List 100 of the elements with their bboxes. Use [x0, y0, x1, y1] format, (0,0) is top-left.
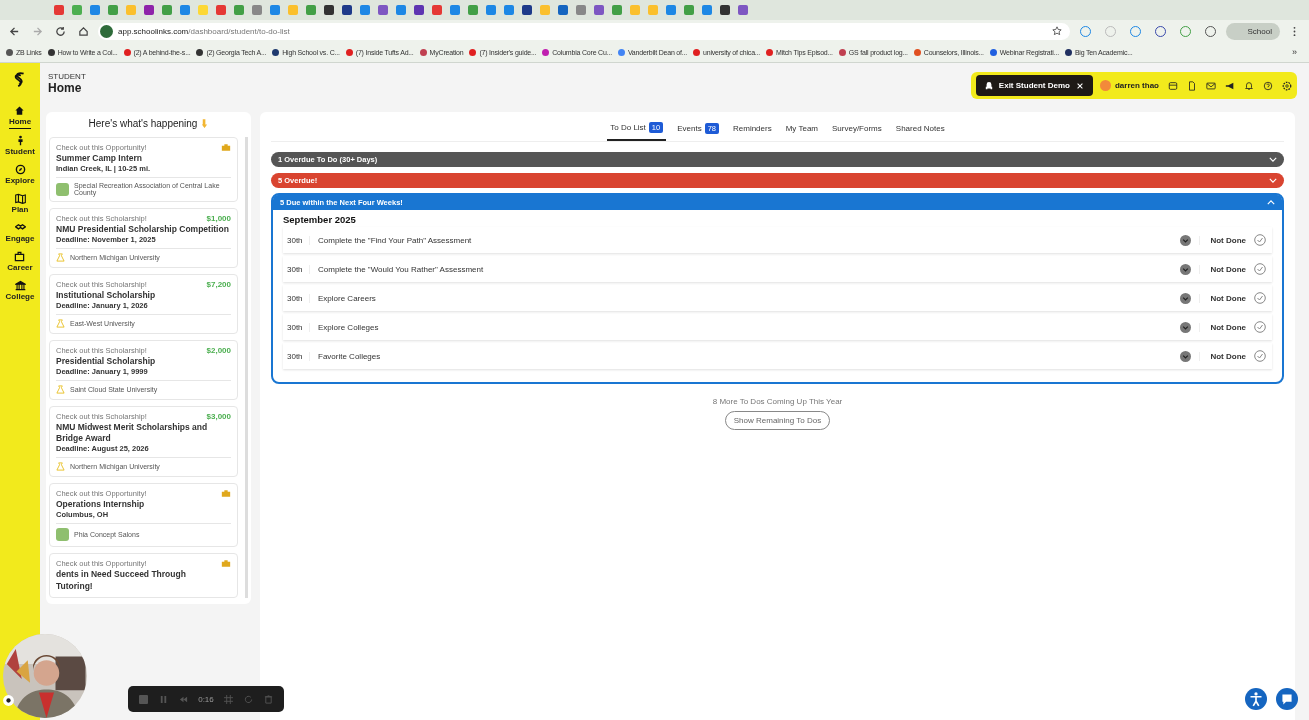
megaphone-icon[interactable]: [1225, 80, 1235, 91]
chevron-up-icon: [1267, 200, 1275, 205]
profile-button[interactable]: School: [1225, 22, 1280, 40]
briefcase-icon: [221, 490, 231, 498]
restart-icon[interactable]: [244, 694, 253, 704]
page-eyebrow: STUDENT: [48, 72, 86, 81]
tab[interactable]: Survey/Forms: [829, 119, 885, 141]
check-icon[interactable]: [1254, 234, 1266, 246]
todo-row[interactable]: 30th Complete the "Find Your Path" Assessment Not Done: [283, 227, 1272, 253]
todo-row[interactable]: 30th Explore Colleges Not Done: [283, 314, 1272, 340]
expand-icon[interactable]: [1180, 350, 1192, 362]
card-title: Institutional Scholarship: [56, 290, 157, 302]
status-label: Not Done: [1199, 322, 1246, 332]
card-title: NMU Midwest Merit Scholarships and Bridge Award: [56, 422, 209, 445]
award-amount: $3,000: [206, 412, 231, 422]
nav-item[interactable]: Plan: [11, 193, 29, 216]
due-day: 30th: [287, 293, 310, 303]
calendar-icon[interactable]: [1168, 80, 1178, 91]
organization-logo: [56, 182, 69, 196]
bookmarks-overflow[interactable]: »: [1292, 47, 1309, 57]
check-icon[interactable]: [1254, 321, 1266, 333]
show-remaining-button[interactable]: Show Remaining To Dos: [724, 411, 831, 430]
card-title: Tutoring!: [56, 581, 94, 593]
todo-title: Favorite Colleges: [318, 351, 382, 361]
help-icon[interactable]: [1263, 80, 1273, 91]
nav-item[interactable]: Career: [7, 251, 33, 274]
nav-item[interactable]: Home: [8, 105, 32, 129]
award-amount: $7,200: [206, 280, 231, 290]
due-day: 30th: [287, 322, 310, 332]
due-day: 30th: [287, 351, 310, 361]
chevron-down-icon: [1269, 178, 1277, 183]
expand-icon[interactable]: [1180, 292, 1192, 304]
card-title: Operations Internship: [56, 499, 146, 511]
address-bar[interactable]: app.schoolinks.com/dashboard/student/to-do-list: [98, 22, 1070, 40]
check-icon[interactable]: [1254, 263, 1266, 275]
page-title: Home: [48, 81, 83, 95]
feed-title: Here's what's happening: [88, 118, 198, 129]
todo-title: Complete the "Would You Rather" Assessment: [318, 264, 485, 274]
bell-icon[interactable]: [1244, 80, 1254, 91]
status-label: Not Done: [1199, 351, 1246, 361]
avatar-icon[interactable]: [1100, 80, 1111, 91]
forward-icon[interactable]: [32, 25, 43, 37]
organization-logo: [56, 528, 69, 542]
card-title: Presidential Scholarship: [56, 356, 157, 368]
camera-settings-icon[interactable]: [2, 694, 15, 707]
reload-icon[interactable]: [55, 25, 66, 37]
close-icon: [1076, 81, 1084, 90]
todo-title: Explore Colleges: [318, 322, 380, 332]
map-icon: [14, 193, 26, 204]
todo-row[interactable]: 30th Explore Careers Not Done: [283, 285, 1272, 311]
check-icon[interactable]: [1254, 292, 1266, 304]
stop-icon[interactable]: [139, 694, 149, 704]
home-icon: [14, 105, 26, 116]
expand-icon[interactable]: [1180, 263, 1192, 275]
month-heading: September 2025: [283, 214, 357, 225]
tab[interactable]: Reminders: [730, 119, 775, 141]
expand-icon[interactable]: [1180, 234, 1192, 246]
accessibility-icon[interactable]: [1245, 688, 1267, 710]
todo-row[interactable]: 30th Complete the "Would You Rather" Assessment Not Done: [283, 256, 1272, 282]
award-amount: $1,000: [206, 214, 231, 224]
tab[interactable]: My Team: [782, 119, 821, 141]
todo-row[interactable]: 30th Favorite Colleges Not Done: [283, 343, 1272, 369]
due-day: 30th: [287, 235, 310, 245]
pause-icon[interactable]: [158, 694, 168, 704]
compass-icon: [14, 164, 26, 175]
due-day: 30th: [287, 264, 310, 274]
card-title: Summer Camp Intern: [56, 153, 143, 165]
todo-title: Explore Careers: [318, 293, 377, 303]
rewind-icon[interactable]: [178, 694, 188, 704]
trash-icon[interactable]: [263, 694, 273, 704]
nav-item[interactable]: Student: [5, 135, 35, 158]
briefcase-icon: [14, 251, 26, 262]
user-name[interactable]: darren thao: [1115, 81, 1159, 90]
exit-demo-button[interactable]: Exit Student Demo: [975, 75, 1093, 96]
status-label: Not Done: [1199, 235, 1246, 245]
card-title: NMU Presidential Scholarship Competition: [56, 224, 230, 236]
award-amount: $2,000: [206, 346, 231, 356]
chat-icon[interactable]: [1276, 688, 1298, 710]
grid-icon[interactable]: [224, 694, 234, 704]
card-title: dents in Need Succeed Through: [56, 569, 187, 581]
recording-time: 0:16: [198, 694, 214, 704]
tab[interactable]: Shared Notes: [892, 119, 948, 141]
briefcase-icon: [221, 144, 231, 151]
settings-icon[interactable]: [1282, 80, 1292, 91]
expand-icon[interactable]: [1180, 321, 1192, 333]
nav-item[interactable]: Explore: [5, 164, 35, 187]
building-icon: [14, 280, 26, 291]
todo-title: Complete the "Find Your Path" Assessment: [318, 235, 473, 245]
back-icon[interactable]: [9, 25, 20, 37]
headset-icon: [984, 81, 993, 90]
nav-item[interactable]: Engage: [5, 222, 35, 245]
nav-item[interactable]: College: [5, 280, 35, 303]
more-todos-text: 8 More To Dos Coming Up This Year: [712, 397, 843, 406]
status-label: Not Done: [1199, 264, 1246, 274]
briefcase-icon: [221, 560, 231, 568]
check-icon[interactable]: [1254, 350, 1266, 362]
status-label: Not Done: [1199, 293, 1246, 303]
document-icon[interactable]: [1187, 80, 1197, 91]
mail-icon[interactable]: [1206, 80, 1216, 91]
home-icon[interactable]: [78, 25, 89, 37]
